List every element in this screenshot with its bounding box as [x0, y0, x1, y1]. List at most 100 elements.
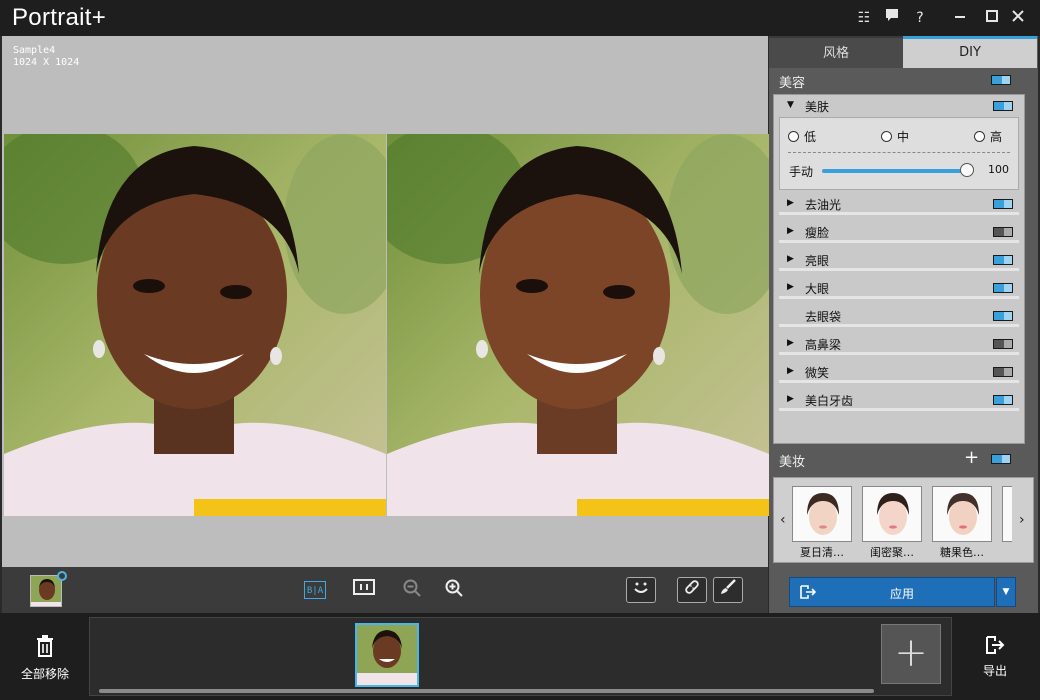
- skin-level-medium-label: 中: [897, 130, 910, 144]
- add-makeup-button[interactable]: +: [964, 447, 979, 468]
- beauty-item-row[interactable]: 去眼袋: [779, 305, 1019, 327]
- manual-slider-track[interactable]: [822, 169, 968, 173]
- beauty-item-row[interactable]: ▶ 瘦脸: [779, 221, 1019, 243]
- help-icon[interactable]: ?: [910, 8, 930, 28]
- manual-slider-value: 100: [988, 163, 1009, 176]
- zoom-in-icon[interactable]: [442, 579, 466, 601]
- skin-row[interactable]: ▼ 美肤: [779, 95, 1019, 117]
- status-dot: [57, 571, 67, 581]
- settings-panel: 风格 DIY 美容 ▼ 美肤 低 中 高 手动 100 ▶ 去油光 ▶ 瘦脸 ▶…: [769, 36, 1038, 613]
- maximize-icon[interactable]: [982, 8, 1002, 28]
- after-photo: [387, 134, 769, 516]
- bandage-tool-button[interactable]: [677, 577, 707, 603]
- image-thumbnail[interactable]: [355, 623, 419, 687]
- makeup-preset-image: [792, 486, 852, 542]
- canvas-toolbar: B|A: [2, 567, 768, 613]
- beauty-item-toggle[interactable]: [993, 367, 1013, 377]
- skin-settings: 低 中 高 手动 100: [779, 117, 1019, 190]
- beauty-item-label: 美白牙齿: [805, 394, 854, 408]
- beauty-item-row[interactable]: ▶ 美白牙齿: [779, 389, 1019, 411]
- beauty-item-row[interactable]: ▶ 亮眼: [779, 249, 1019, 271]
- before-photo: [4, 134, 386, 516]
- collapse-arrow-icon: ▼: [787, 100, 794, 110]
- skin-level-medium[interactable]: 中: [881, 128, 909, 145]
- trash-icon: [14, 635, 76, 663]
- chat-icon[interactable]: [882, 8, 902, 28]
- apply-dropdown-icon[interactable]: ▼: [996, 577, 1016, 607]
- tab-style[interactable]: 风格: [769, 36, 903, 68]
- title-bar: Portrait+ ☷ ?: [0, 0, 1040, 36]
- makeup-preset-label: 糖果色…: [940, 546, 984, 559]
- makeup-toggle[interactable]: [991, 454, 1011, 464]
- split-view-button[interactable]: [352, 579, 376, 601]
- preview-canvas[interactable]: Sample4 1024 X 1024: [2, 36, 769, 567]
- app-window: Portrait+ ☷ ? Sample4 1024 X 1024 B|A 风格…: [0, 0, 1040, 700]
- list-icon[interactable]: ☷: [854, 8, 874, 28]
- apply-button[interactable]: 应用: [789, 577, 995, 607]
- makeup-section-header: 美妆 +: [769, 447, 1038, 470]
- beauty-item-toggle[interactable]: [993, 395, 1013, 405]
- skin-level-high-label: 高: [990, 130, 1003, 144]
- strip-scrollbar[interactable]: [99, 689, 874, 693]
- makeup-preset-label: 俱: [1002, 544, 1012, 560]
- face-detect-button[interactable]: [626, 577, 656, 603]
- beauty-item-toggle[interactable]: [993, 311, 1013, 321]
- expand-arrow-icon: ▶: [787, 198, 794, 208]
- beauty-item-label: 去眼袋: [805, 310, 842, 324]
- makeup-preset[interactable]: 俱: [1002, 486, 1012, 560]
- image-dimensions: 1024 X 1024: [13, 57, 80, 68]
- beauty-item-toggle[interactable]: [993, 199, 1013, 209]
- remove-all-button[interactable]: 全部移除: [14, 635, 76, 682]
- minimize-icon[interactable]: [950, 8, 970, 28]
- makeup-presets: ‹ 夏日清… 闺密聚… 糖果色… ›: [773, 477, 1034, 563]
- image-strip: +: [89, 617, 952, 696]
- beauty-options: ▼ 美肤 低 中 高 手动 100 ▶ 去油光 ▶ 瘦脸 ▶ 亮眼 ▶ 大眼 去…: [773, 94, 1025, 444]
- makeup-section-title: 美妆: [779, 455, 806, 470]
- export-button[interactable]: 导出: [970, 635, 1020, 679]
- makeup-preset-label: 闺密聚…: [870, 546, 914, 559]
- beauty-item-label: 微笑: [805, 366, 830, 380]
- skin-level-low[interactable]: 低: [788, 128, 816, 145]
- makeup-preset[interactable]: 糖果色…: [932, 486, 992, 560]
- beauty-item-label: 大眼: [805, 282, 830, 296]
- beauty-toggle[interactable]: [991, 75, 1011, 85]
- beauty-item-label: 高鼻梁: [805, 338, 842, 352]
- expand-arrow-icon: ▶: [787, 338, 794, 348]
- scroll-right-icon[interactable]: ›: [1019, 512, 1025, 528]
- skin-level-high[interactable]: 高: [974, 128, 1002, 145]
- beauty-section-title: 美容: [779, 76, 806, 91]
- beauty-section-header: 美容: [769, 69, 1038, 91]
- beauty-item-row[interactable]: ▶ 去油光: [779, 193, 1019, 215]
- beauty-item-row[interactable]: ▶ 微笑: [779, 361, 1019, 383]
- tab-diy[interactable]: DIY: [903, 36, 1037, 68]
- skin-level-low-label: 低: [804, 130, 817, 144]
- skin-toggle[interactable]: [993, 101, 1013, 111]
- zoom-out-icon[interactable]: [400, 579, 424, 601]
- bottom-bar: 全部移除 + 导出: [0, 613, 1040, 700]
- file-name: Sample4: [13, 45, 56, 56]
- makeup-preset[interactable]: 闺密聚…: [862, 486, 922, 560]
- makeup-preset[interactable]: 夏日清…: [792, 486, 852, 560]
- apply-icon: [800, 585, 817, 603]
- divider: [788, 152, 1010, 153]
- beauty-item-toggle[interactable]: [993, 283, 1013, 293]
- beauty-item-toggle[interactable]: [993, 227, 1013, 237]
- apply-label: 应用: [890, 587, 915, 601]
- beauty-item-toggle[interactable]: [993, 339, 1013, 349]
- close-icon[interactable]: [1008, 8, 1028, 28]
- brush-tool-button[interactable]: [713, 577, 743, 603]
- beauty-item-row[interactable]: ▶ 大眼: [779, 277, 1019, 299]
- before-after-button[interactable]: B|A: [304, 581, 326, 599]
- expand-arrow-icon: ▶: [787, 366, 794, 376]
- panel-tabs: 风格 DIY: [769, 36, 1038, 68]
- beauty-item-label: 瘦脸: [805, 226, 830, 240]
- manual-slider-thumb[interactable]: [960, 163, 974, 177]
- beauty-item-toggle[interactable]: [993, 255, 1013, 265]
- beauty-item-row[interactable]: ▶ 高鼻梁: [779, 333, 1019, 355]
- current-image-thumbnail[interactable]: [30, 575, 62, 607]
- expand-arrow-icon: ▶: [787, 282, 794, 292]
- makeup-preset-image: [862, 486, 922, 542]
- scroll-left-icon[interactable]: ‹: [780, 512, 786, 528]
- add-image-button[interactable]: +: [881, 624, 941, 684]
- expand-arrow-icon: ▶: [787, 394, 794, 404]
